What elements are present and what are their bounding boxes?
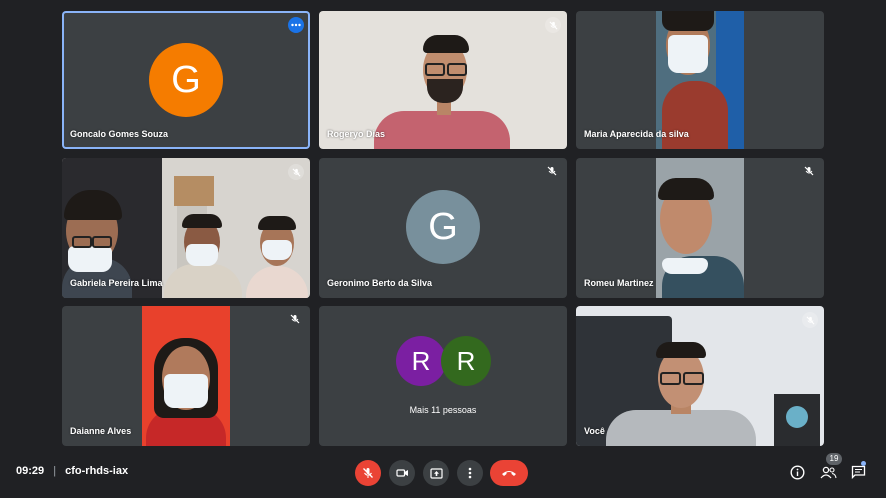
end-call-icon [502, 471, 516, 476]
more-participants-tile[interactable]: R R Mais 11 pessoas [319, 306, 567, 446]
video-feed [142, 306, 230, 446]
clock: 09:29 [16, 465, 45, 477]
participant-tile-rogeryo[interactable]: Rogeryo Dias [319, 11, 567, 149]
participant-tile-romeu[interactable]: Romeu Martinez [576, 158, 824, 298]
participant-tile-self[interactable]: Você [576, 306, 824, 446]
camera-icon [395, 469, 408, 477]
more-participants-label: Mais 11 pessoas [409, 405, 477, 415]
participant-name: Gabriela Pereira Lima [70, 278, 163, 288]
avatar: G [149, 43, 223, 117]
participant-name: Rogeryo Dias [327, 129, 386, 139]
participant-name: Romeu Martinez [584, 278, 654, 288]
participant-name: Geronimo Berto da Silva [327, 278, 433, 288]
participant-tile-maria[interactable]: Maria Aparecida da silva [576, 11, 824, 149]
present-icon [429, 467, 443, 479]
meeting-info: 09:29 | cfo-rhds-iax [16, 465, 128, 477]
more-options-icon[interactable] [288, 17, 304, 33]
participant-name: Você [584, 426, 605, 436]
mic-off-icon [802, 164, 816, 178]
mic-off-icon [363, 468, 373, 478]
more-options-button[interactable] [457, 460, 483, 486]
people-button[interactable] [818, 463, 838, 481]
meeting-details-button[interactable] [788, 463, 806, 481]
mic-off-icon [288, 312, 302, 326]
participant-tile-geronimo[interactable]: G Geronimo Berto da Silva [319, 158, 567, 298]
present-button[interactable] [423, 460, 449, 486]
avatar: R [441, 336, 491, 386]
camera-toggle-button[interactable] [389, 460, 415, 486]
participant-tile-gabriela[interactable]: Gabriela Pereira Lima [62, 158, 310, 298]
participant-name: Goncalo Gomes Souza [70, 129, 169, 139]
participant-name: Daianne Alves [70, 426, 132, 436]
video-feed [656, 158, 744, 298]
mic-off-icon [802, 312, 818, 328]
video-feed [62, 158, 310, 298]
mic-toggle-button[interactable] [355, 460, 381, 486]
participant-count-badge: 19 [826, 453, 842, 465]
mic-off-icon [288, 164, 304, 180]
mic-off-icon [545, 164, 559, 178]
people-icon [820, 466, 837, 478]
info-icon [789, 464, 805, 480]
meeting-code: cfo-rhds-iax [65, 465, 129, 477]
end-call-button[interactable] [490, 460, 528, 486]
separator: | [53, 465, 57, 477]
participant-name: Maria Aparecida da silva [584, 129, 689, 139]
video-feed [576, 306, 824, 446]
mic-off-icon [545, 17, 561, 33]
participant-tile-goncalo[interactable]: G Goncalo Gomes Souza [62, 11, 310, 149]
participant-tile-daianne[interactable]: Daianne Alves [62, 306, 310, 446]
avatar: G [406, 190, 480, 264]
chat-notification-dot [861, 461, 866, 466]
chat-icon [851, 465, 865, 479]
avatar: R [396, 336, 446, 386]
more-vert-icon [468, 467, 472, 479]
